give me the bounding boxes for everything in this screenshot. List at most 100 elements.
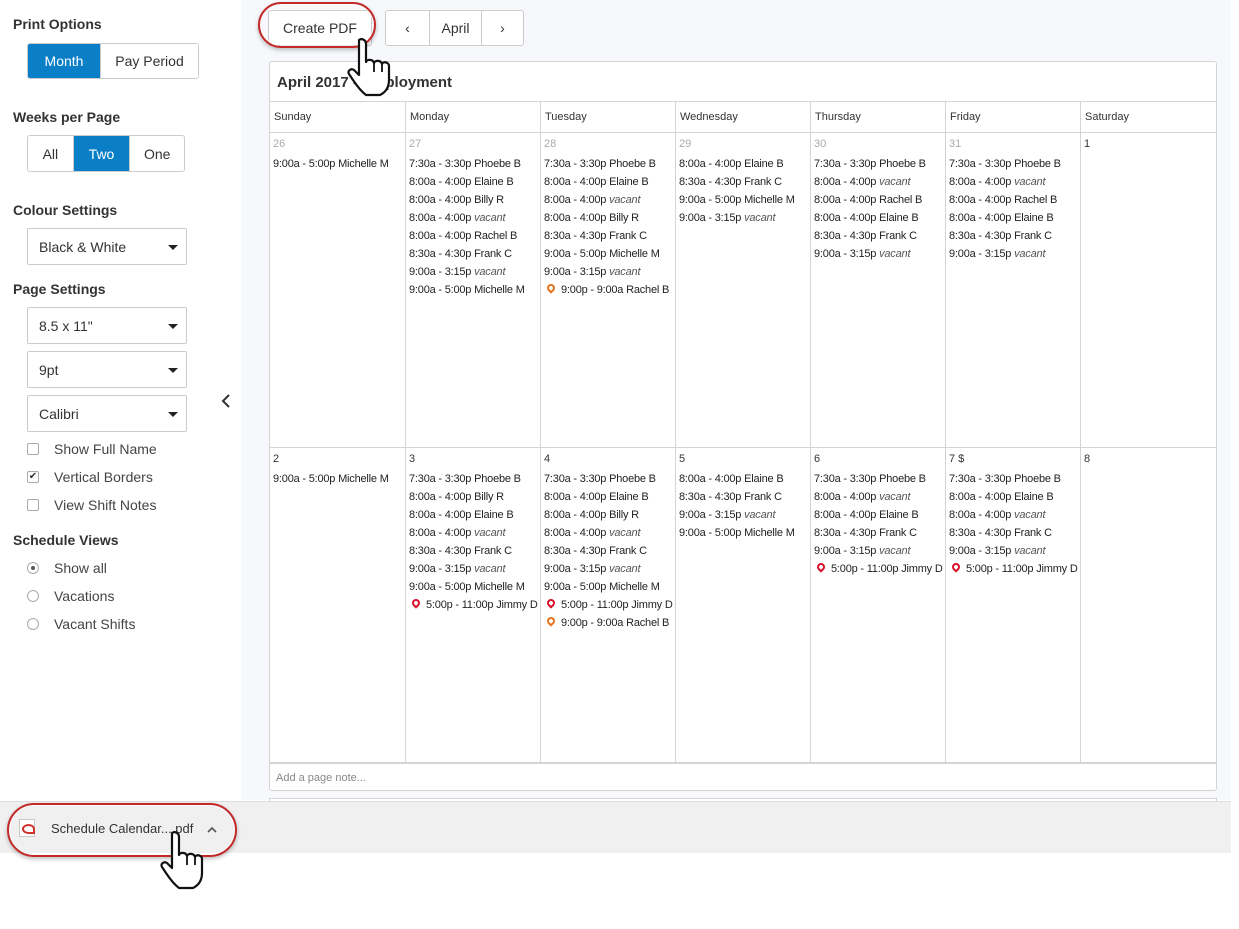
shift-entry[interactable]: 8:00a - 4:00p vacant: [949, 506, 1080, 524]
next-month-button[interactable]: ›: [481, 11, 523, 45]
shift-entry[interactable]: 8:30a - 4:30p Frank C: [544, 227, 675, 245]
calendar-day-cell[interactable]: 30 7:30a - 3:30p Phoebe B 8:00a - 4:00p va…: [810, 133, 945, 448]
shift-entry[interactable]: 9:00a - 5:00p Michelle M: [544, 245, 675, 263]
shift-entry[interactable]: 9:00a - 3:15p vacant: [409, 263, 540, 281]
shift-entry[interactable]: 8:00a - 4:00p Elaine B: [814, 209, 945, 227]
shift-entry[interactable]: 8:00a - 4:00p Billy R: [544, 209, 675, 227]
month-picker-button[interactable]: April: [429, 11, 481, 45]
shift-entry[interactable]: 8:30a - 4:30p Frank C: [814, 524, 945, 542]
shift-entry[interactable]: 8:00a - 4:00p Rachel B: [409, 227, 540, 245]
calendar-day-cell[interactable]: 2 9:00a - 5:00p Michelle M: [270, 448, 405, 763]
shift-entry[interactable]: 9:00p - 9:00a Rachel B: [544, 614, 675, 632]
shift-entry[interactable]: 7:30a - 3:30p Phoebe B: [409, 470, 540, 488]
shift-entry[interactable]: 8:00a - 4:00p vacant: [409, 209, 540, 227]
vacations-radio[interactable]: Vacations: [27, 588, 114, 604]
shift-entry[interactable]: 8:00a - 4:00p Rachel B: [814, 191, 945, 209]
calendar-day-cell[interactable]: 7 $7:30a - 3:30p Phoebe B 8:00a - 4:00p E…: [945, 448, 1080, 763]
shift-entry[interactable]: 9:00a - 3:15p vacant: [679, 506, 810, 524]
shift-entry[interactable]: 8:30a - 4:30p Frank C: [679, 173, 810, 191]
calendar-day-cell[interactable]: 8: [1080, 448, 1216, 763]
shift-entry[interactable]: 8:00a - 4:00p vacant: [544, 524, 675, 542]
shift-entry[interactable]: 8:00a - 4:00p vacant: [544, 191, 675, 209]
shift-entry[interactable]: 9:00a - 5:00p Michelle M: [273, 470, 405, 488]
shift-entry[interactable]: 8:00a - 4:00p Rachel B: [949, 191, 1080, 209]
calendar-day-cell[interactable]: 4 7:30a - 3:30p Phoebe B 8:00a - 4:00p Ela…: [540, 448, 675, 763]
shift-entry[interactable]: 8:30a - 4:30p Frank C: [814, 227, 945, 245]
calendar-day-cell[interactable]: 6 7:30a - 3:30p Phoebe B 8:00a - 4:00p vac…: [810, 448, 945, 763]
shift-entry[interactable]: 7:30a - 3:30p Phoebe B: [949, 155, 1080, 173]
page-note-input[interactable]: Add a page note...: [270, 763, 1216, 791]
shift-entry[interactable]: 7:30a - 3:30p Phoebe B: [544, 155, 675, 173]
shift-entry[interactable]: 8:00a - 4:00p Elaine B: [544, 488, 675, 506]
weeks-all-button[interactable]: All: [28, 136, 73, 171]
shift-entry[interactable]: 8:00a - 4:00p Elaine B: [409, 506, 540, 524]
shift-entry[interactable]: 8:00a - 4:00p Elaine B: [814, 506, 945, 524]
shift-entry[interactable]: 9:00a - 3:15p vacant: [544, 263, 675, 281]
shift-entry[interactable]: 8:00a - 4:00p Elaine B: [949, 488, 1080, 506]
shift-entry[interactable]: 5:00p - 11:00p Jimmy D: [409, 596, 540, 614]
vacant-shifts-radio[interactable]: Vacant Shifts: [27, 616, 135, 632]
shift-entry[interactable]: 8:00a - 4:00p vacant: [814, 488, 945, 506]
font-select[interactable]: Calibri: [27, 395, 187, 432]
weeks-one-button[interactable]: One: [129, 136, 184, 171]
calendar-day-cell[interactable]: 31 7:30a - 3:30p Phoebe B 8:00a - 4:00p va…: [945, 133, 1080, 448]
shift-entry[interactable]: 7:30a - 3:30p Phoebe B: [814, 470, 945, 488]
show-all-radio[interactable]: Show all: [27, 560, 107, 576]
shift-entry[interactable]: 9:00a - 5:00p Michelle M: [679, 191, 810, 209]
shift-entry[interactable]: 9:00a - 5:00p Michelle M: [409, 578, 540, 596]
shift-entry[interactable]: 8:00a - 4:00p Elaine B: [544, 173, 675, 191]
shift-entry[interactable]: 7:30a - 3:30p Phoebe B: [544, 470, 675, 488]
shift-entry[interactable]: 9:00a - 3:15p vacant: [949, 542, 1080, 560]
calendar-day-cell[interactable]: 3 7:30a - 3:30p Phoebe B 8:00a - 4:00p Bil…: [405, 448, 540, 763]
calendar-day-cell[interactable]: 1: [1080, 133, 1216, 448]
shift-entry[interactable]: 8:30a - 4:30p Frank C: [409, 245, 540, 263]
calendar-day-cell[interactable]: 26 9:00a - 5:00p Michelle M: [270, 133, 405, 448]
shift-entry[interactable]: 7:30a - 3:30p Phoebe B: [409, 155, 540, 173]
shift-entry[interactable]: 9:00a - 5:00p Michelle M: [544, 578, 675, 596]
calendar-day-cell[interactable]: 27 7:30a - 3:30p Phoebe B 8:00a - 4:00p El…: [405, 133, 540, 448]
shift-entry[interactable]: 9:00a - 3:15p vacant: [814, 542, 945, 560]
month-option-button[interactable]: Month: [28, 44, 100, 78]
shift-entry[interactable]: 9:00a - 3:15p vacant: [544, 560, 675, 578]
show-full-name-checkbox[interactable]: Show Full Name: [27, 441, 157, 457]
shift-entry[interactable]: 8:00a - 4:00p Billy R: [409, 488, 540, 506]
shift-entry[interactable]: 9:00a - 5:00p Michelle M: [679, 524, 810, 542]
view-shift-notes-checkbox[interactable]: View Shift Notes: [27, 497, 156, 513]
chevron-left-icon[interactable]: [221, 393, 231, 414]
shift-entry[interactable]: 8:30a - 4:30p Frank C: [409, 542, 540, 560]
shift-entry[interactable]: 9:00a - 3:15p vacant: [409, 560, 540, 578]
shift-entry[interactable]: 9:00a - 3:15p vacant: [679, 209, 810, 227]
shift-entry[interactable]: 8:00a - 4:00p vacant: [814, 173, 945, 191]
colour-select[interactable]: Black & White: [27, 228, 187, 265]
shift-entry[interactable]: 7:30a - 3:30p Phoebe B: [814, 155, 945, 173]
shift-entry[interactable]: 9:00a - 5:00p Michelle M: [409, 281, 540, 299]
weeks-two-button[interactable]: Two: [72, 136, 130, 171]
shift-entry[interactable]: 5:00p - 11:00p Jimmy D: [814, 560, 945, 578]
shift-entry[interactable]: 8:00a - 4:00p Billy R: [409, 191, 540, 209]
shift-entry[interactable]: 8:00a - 4:00p Elaine B: [679, 470, 810, 488]
shift-entry[interactable]: 7:30a - 3:30p Phoebe B: [949, 470, 1080, 488]
shift-entry[interactable]: 8:30a - 4:30p Frank C: [679, 488, 810, 506]
font-size-select[interactable]: 9pt: [27, 351, 187, 388]
shift-entry[interactable]: 8:00a - 4:00p Elaine B: [409, 173, 540, 191]
calendar-day-cell[interactable]: 29 8:00a - 4:00p Elaine B 8:30a - 4:30p Fr…: [675, 133, 810, 448]
shift-entry[interactable]: 8:30a - 4:30p Frank C: [949, 227, 1080, 245]
shift-entry[interactable]: 8:00a - 4:00p Elaine B: [949, 209, 1080, 227]
shift-entry[interactable]: 9:00p - 9:00a Rachel B: [544, 281, 675, 299]
shift-entry[interactable]: 9:00a - 5:00p Michelle M: [273, 155, 405, 173]
shift-entry[interactable]: 8:00a - 4:00p vacant: [949, 173, 1080, 191]
shift-entry[interactable]: 8:00a - 4:00p vacant: [409, 524, 540, 542]
shift-entry[interactable]: 8:30a - 4:30p Frank C: [544, 542, 675, 560]
shift-entry[interactable]: 8:30a - 4:30p Frank C: [949, 524, 1080, 542]
shift-entry[interactable]: 8:00a - 4:00p Elaine B: [679, 155, 810, 173]
shift-entry[interactable]: 5:00p - 11:00p Jimmy D: [949, 560, 1080, 578]
paper-size-select[interactable]: 8.5 x 11": [27, 307, 187, 344]
shift-entry[interactable]: 9:00a - 3:15p vacant: [814, 245, 945, 263]
calendar-day-cell[interactable]: 5 8:00a - 4:00p Elaine B 8:30a - 4:30p Fra…: [675, 448, 810, 763]
pay-period-option-button[interactable]: Pay Period: [100, 44, 198, 78]
shift-entry[interactable]: 8:00a - 4:00p Billy R: [544, 506, 675, 524]
shift-entry[interactable]: 9:00a - 3:15p vacant: [949, 245, 1080, 263]
vertical-borders-checkbox[interactable]: ✔ Vertical Borders: [27, 469, 153, 485]
calendar-day-cell[interactable]: 28 7:30a - 3:30p Phoebe B 8:00a - 4:00p El…: [540, 133, 675, 448]
shift-entry[interactable]: 5:00p - 11:00p Jimmy D: [544, 596, 675, 614]
